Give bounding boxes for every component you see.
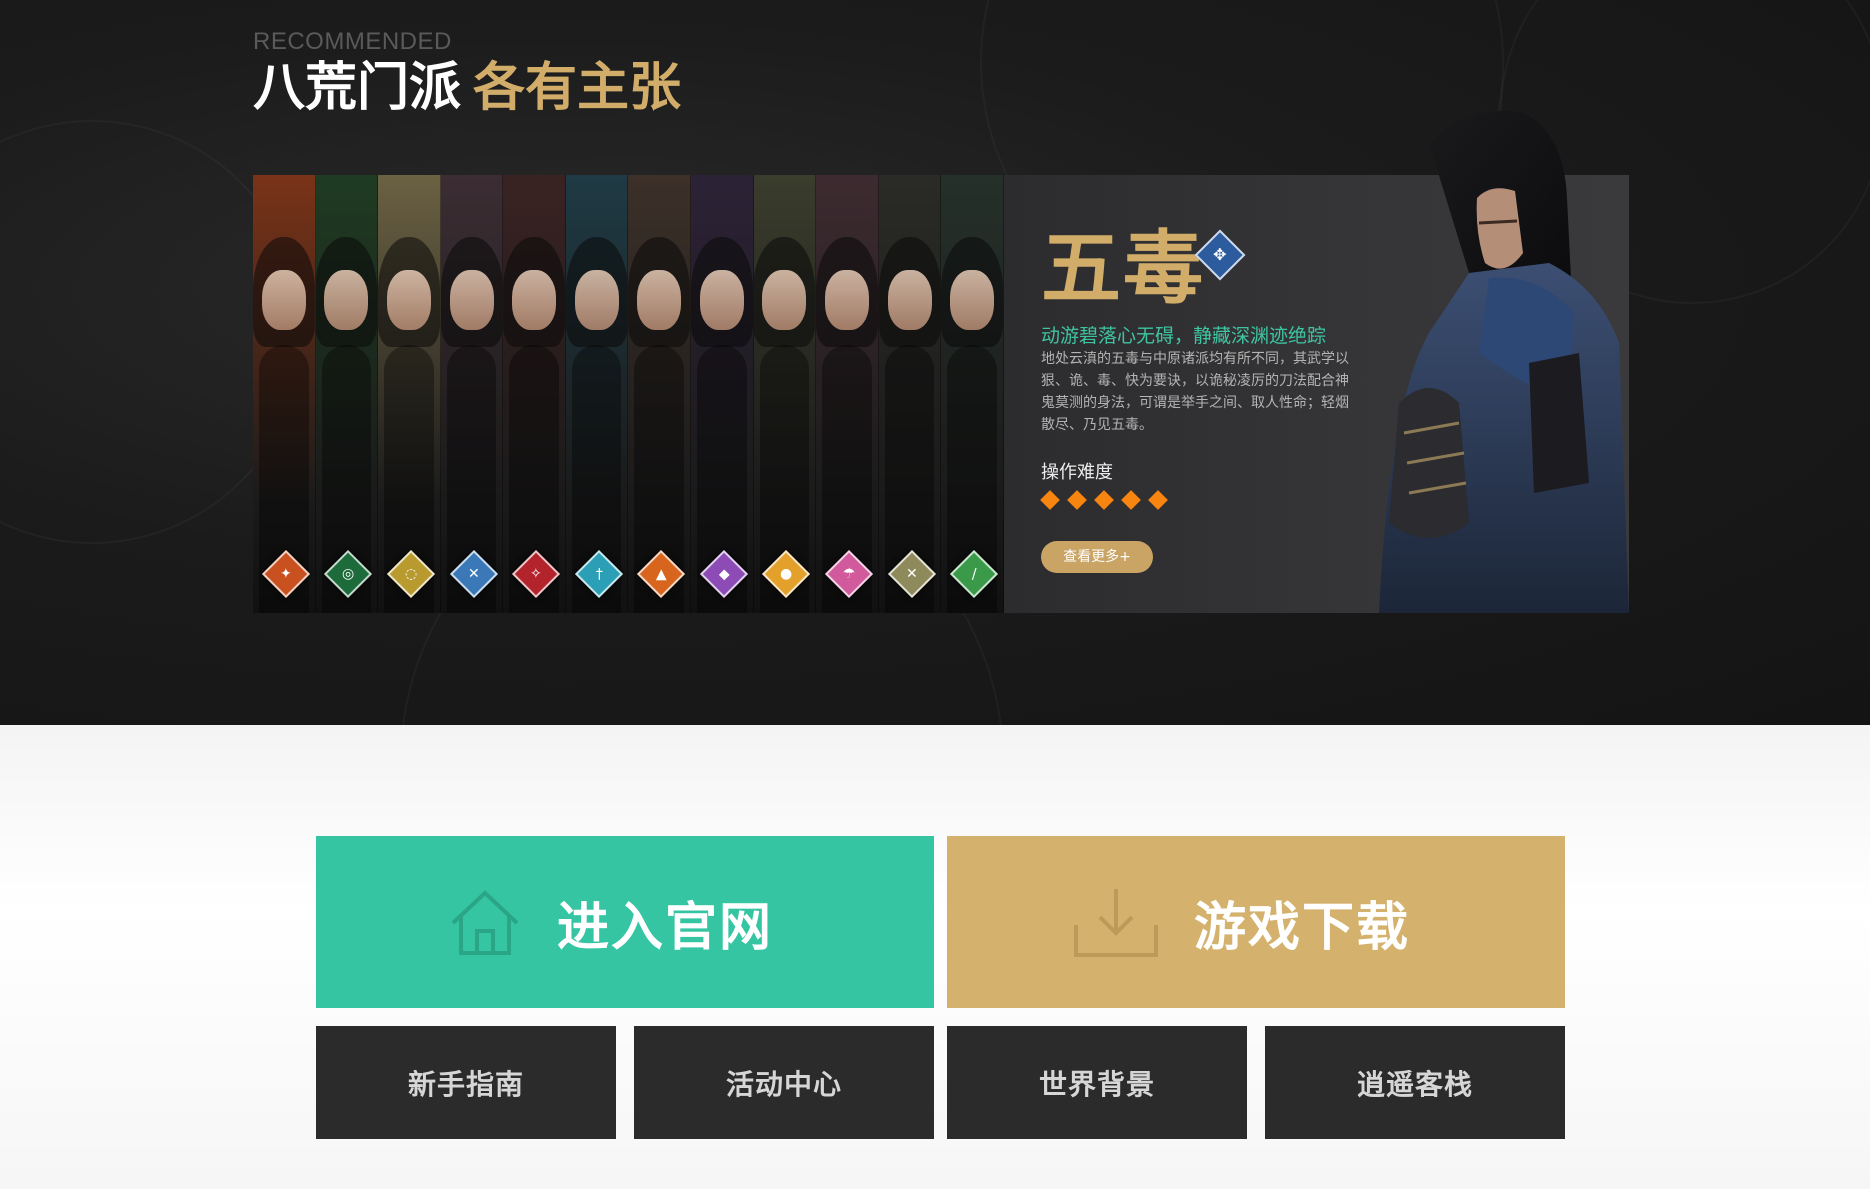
enter-official-site-button[interactable]: 进入官网 [316,836,934,1008]
sect-strip[interactable]: ◎ [315,175,379,613]
title-white: 八荒门派 [253,58,462,118]
beginner-guide-button[interactable]: 新手指南 [316,1026,616,1139]
difficulty-stars [1040,490,1178,510]
character-face [950,270,995,330]
character-face [261,270,306,330]
character-face [824,270,869,330]
sect-strip[interactable]: † [565,175,629,613]
sect-strip[interactable]: ✕ [878,175,942,613]
sect-strip[interactable]: ◌ [378,175,441,613]
character-face [574,270,619,330]
character-face [324,270,369,330]
character-face [449,270,494,330]
enter-official-site-label: 进入官网 [556,897,773,958]
character-face [637,270,682,330]
sect-panel: ✦ ◎ ◌ ✕ ✧ † ▲ ◆ ● ☂ ✕ / 五毒 ✥ 动游碧落心无碍，静藏深… [253,111,1629,613]
sect-showcase-section: RECOMMENDED 八荒门派 各有主张 ✦ ◎ ◌ ✕ ✧ † ▲ ◆ ● ☂ ✕ / [0,0,1870,725]
section-heading: RECOMMENDED 八荒门派 各有主张 [253,28,681,119]
sect-strip[interactable]: ☂ [816,175,879,613]
home-icon [451,890,519,955]
difficulty-star-icon [1067,490,1087,510]
difficulty-star-icon [1094,490,1114,510]
sect-strip[interactable]: ✕ [440,175,504,613]
sect-detail: 五毒 ✥ 动游碧落心无碍，静藏深渊迹绝踪 地处云滇的五毒与中原诸派均有所不同，其… [1004,111,1629,613]
event-center-button[interactable]: 活动中心 [634,1026,934,1139]
sect-strip[interactable]: ◆ [691,175,754,613]
view-more-button[interactable]: 查看更多+ [1041,541,1153,573]
title-gold: 各有主张 [473,58,682,118]
game-download-label: 游戏下载 [1193,897,1410,958]
difficulty-star-icon [1148,490,1168,510]
sect-slogan: 动游碧落心无碍，静藏深渊迹绝踪 [1041,325,1327,347]
section-eyebrow: RECOMMENDED [253,28,452,55]
character-face [386,270,431,330]
download-icon [1073,889,1158,957]
sect-strip-list: ✦ ◎ ◌ ✕ ✧ † ▲ ◆ ● ☂ ✕ / [253,175,1004,613]
section-title: 八荒门派 各有主张 [253,58,681,118]
difficulty-label: 操作难度 [1041,462,1113,483]
sect-strip[interactable]: ✧ [503,175,566,613]
character-figure [1379,111,1629,613]
character-face [762,270,807,330]
links-section [0,725,1870,1189]
character-face [887,270,932,330]
sect-strip[interactable]: ● [753,175,817,613]
sect-name: 五毒 [1041,221,1205,315]
difficulty-star-icon [1040,490,1060,510]
game-download-button[interactable]: 游戏下载 [947,836,1565,1008]
sect-strip[interactable]: / [941,175,1004,613]
character-face [512,270,557,330]
sect-description: 地处云滇的五毒与中原诸派均有所不同，其武学以狠、诡、毒、快为要诀，以诡秘凌厉的刀… [1041,351,1349,433]
difficulty-star-icon [1121,490,1141,510]
xiaoyao-inn-button[interactable]: 逍遥客栈 [1265,1026,1565,1139]
sect-strip[interactable]: ▲ [628,175,692,613]
sect-strip[interactable]: ✦ [253,175,316,613]
character-face [699,270,744,330]
world-background-button[interactable]: 世界背景 [947,1026,1247,1139]
